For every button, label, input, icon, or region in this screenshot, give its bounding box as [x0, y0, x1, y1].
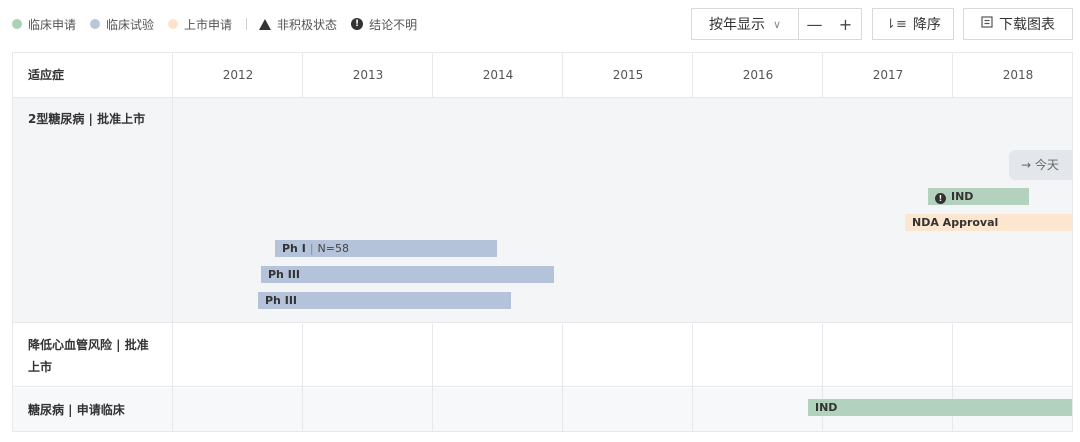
- grid-line: [692, 324, 693, 431]
- sort-desc-icon: ⇂≡: [885, 16, 907, 32]
- bar-separator: |: [309, 242, 314, 255]
- grid-line: [302, 53, 303, 98]
- blue-dot-icon: [90, 19, 101, 29]
- year-view-select[interactable]: 按年显示 ∨: [691, 8, 799, 40]
- bar-stage-label: Ph III: [268, 268, 301, 281]
- bar-stage-label: IND: [815, 401, 838, 414]
- indication-label: 降低心血管风险 | 批准 上市: [28, 334, 158, 378]
- phase-3-bar[interactable]: Ph III: [261, 266, 554, 283]
- bar-stage-label: NDA Approval: [912, 216, 999, 229]
- legend-divider: [246, 18, 248, 30]
- ind-bar[interactable]: IND: [808, 399, 1072, 416]
- today-button[interactable]: → 今天: [1009, 150, 1073, 180]
- year-view-label: 按年显示: [708, 17, 765, 33]
- exclamation-icon: !: [351, 18, 364, 30]
- chevron-down-icon: ∨: [772, 17, 782, 31]
- year-header: 2012: [222, 68, 254, 82]
- year-header: 2013: [352, 68, 384, 82]
- year-header: 2017: [872, 68, 904, 82]
- sort-button[interactable]: ⇂≡ 降序: [872, 8, 954, 40]
- legend-item-clinical-trial[interactable]: 临床试验: [90, 16, 154, 33]
- year-header: 2014: [482, 68, 514, 82]
- grid-line: [432, 324, 433, 431]
- indication-column-header: 适应症: [28, 68, 65, 82]
- bar-sample-size: N=58: [317, 242, 349, 255]
- indication-label-line: 上市: [28, 360, 53, 374]
- sort-label: 降序: [912, 17, 941, 33]
- grid-line: [822, 53, 823, 98]
- exclamation-icon: !: [935, 193, 946, 204]
- grid-line: [692, 53, 693, 98]
- green-dot-icon: [12, 19, 22, 29]
- indication-label-line: 降低心血管风险 | 批准: [28, 338, 149, 352]
- bar-stage-label: IND: [951, 190, 974, 203]
- legend: 临床申请 临床试验 上市申请 非积极状态 ! 结论不明: [12, 14, 431, 34]
- year-header: 2016: [742, 68, 774, 82]
- legend-label: 临床试验: [106, 17, 155, 32]
- phase-3-bar[interactable]: Ph III: [258, 292, 511, 309]
- zoom-in-button[interactable]: +: [830, 15, 861, 34]
- download-label: 下载图表: [999, 17, 1055, 33]
- ind-bar[interactable]: ! IND: [928, 188, 1029, 205]
- triangle-icon: [259, 18, 272, 30]
- indication-label: 2型糖尿病 | 批准上市: [28, 112, 146, 126]
- timeline-table: 2型糖尿病 | 批准上市 降低心血管风险 | 批准 上市 糖尿病 | 申请临床 …: [12, 52, 1073, 432]
- orange-dot-icon: [168, 19, 179, 29]
- download-chart-button[interactable]: 下载图表: [963, 8, 1073, 40]
- legend-label: 非积极状态: [277, 17, 338, 32]
- legend-label: 上市申请: [184, 17, 233, 32]
- grid-line: [952, 53, 953, 98]
- year-header: 2018: [1002, 68, 1034, 82]
- year-header: 2015: [612, 68, 644, 82]
- grid-line: [562, 53, 563, 98]
- legend-item-inactive: 非积极状态: [259, 16, 337, 33]
- grid-line: [432, 53, 433, 98]
- legend-item-clinical-application[interactable]: 临床申请: [12, 16, 76, 33]
- zoom-controls: — +: [798, 8, 862, 40]
- zoom-out-button[interactable]: —: [799, 15, 830, 34]
- legend-label: 临床申请: [28, 17, 77, 32]
- bar-stage-label: Ph I: [282, 242, 306, 255]
- grid-line: [562, 324, 563, 431]
- indication-label: 糖尿病 | 申请临床: [28, 403, 125, 417]
- grid-line: [302, 324, 303, 431]
- grid-line: [172, 53, 173, 431]
- legend-item-market-application[interactable]: 上市申请: [168, 16, 232, 33]
- document-icon: [981, 16, 993, 32]
- legend-item-unclear: ! 结论不明: [351, 16, 417, 33]
- phase-1-bar[interactable]: Ph I | N=58: [275, 240, 497, 257]
- legend-label: 结论不明: [369, 17, 418, 32]
- bar-stage-label: Ph III: [265, 294, 298, 307]
- nda-approval-bar[interactable]: NDA Approval: [905, 214, 1072, 231]
